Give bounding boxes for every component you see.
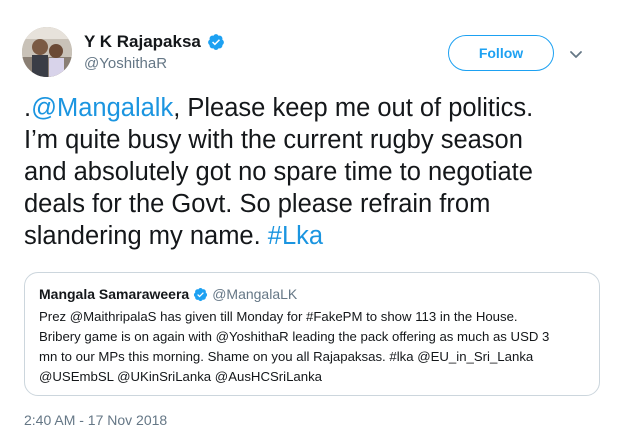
tweet-text: .@Mangalalk, Please keep me out of polit… — [24, 92, 614, 252]
quoted-tweet-line: @USEmbSL @UKinSriLanka @AusHCSriLanka — [39, 369, 323, 384]
quoted-tweet[interactable]: Mangala Samaraweera @MangalaLK Prez @Mai… — [24, 272, 600, 396]
quoted-tweet-line: Prez @MaithripalaS has given till Monday… — [39, 309, 518, 324]
profile-photo — [22, 27, 72, 77]
tweet-line: slandering my name. #Lka — [24, 220, 614, 252]
author-display-name[interactable]: Y K Rajapaksa — [84, 32, 201, 52]
tweet-line: I’m quite busy with the current rugby se… — [24, 126, 523, 154]
quoted-tweet-line: mn to our MPs this morning. Shame on you… — [39, 349, 534, 364]
tweet-timestamp[interactable]: 2:40 AM - 17 Nov 2018 — [24, 412, 167, 428]
mention-link[interactable]: @Mangalalk — [31, 94, 173, 122]
quoted-tweet-line: Bribery game is on again with @YoshithaR… — [39, 329, 550, 344]
verified-badge-icon — [194, 287, 208, 301]
follow-button[interactable]: Follow — [448, 35, 554, 71]
avatar[interactable] — [22, 27, 72, 77]
tweet-line: .@Mangalalk, Please keep me out of polit… — [24, 92, 614, 124]
chevron-down-icon[interactable] — [566, 44, 586, 64]
quoted-author-name: Mangala Samaraweera — [39, 286, 190, 302]
tweet-text-fragment: , Please keep me out of politics. — [173, 94, 534, 122]
tweet-line: deals for the Govt. So please refrain fr… — [24, 190, 491, 218]
author-name-row[interactable]: Y K Rajapaksa — [84, 30, 225, 54]
quoted-tweet-text: Prez @MaithripalaS has given till Monday… — [39, 307, 585, 387]
hashtag-link[interactable]: #Lka — [268, 222, 323, 250]
author-handle[interactable]: @YoshithaR — [84, 55, 167, 72]
tweet-line: and absolutely got no spare time to nego… — [24, 158, 533, 186]
tweet-text-fragment: slandering my name. — [24, 222, 268, 250]
quoted-tweet-header: Mangala Samaraweera @MangalaLK — [39, 285, 585, 303]
quoted-author-handle: @MangalaLK — [212, 286, 298, 302]
verified-badge-icon — [207, 34, 224, 50]
